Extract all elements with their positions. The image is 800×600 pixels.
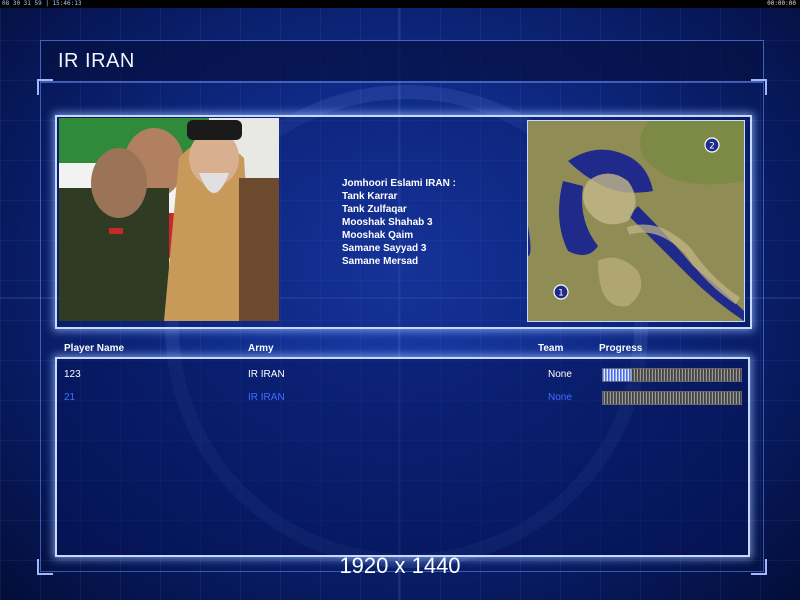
start-marker-label: 2 bbox=[709, 142, 715, 152]
fps-counter: 08 30 31 59 | 15:46:13 bbox=[2, 0, 82, 7]
player-team: None bbox=[548, 392, 572, 403]
unit-item: Samane Sayyad 3 bbox=[342, 243, 427, 254]
column-header-army[interactable]: Army bbox=[248, 343, 274, 354]
column-header-team[interactable]: Team bbox=[538, 343, 563, 354]
unit-item: Tank Zulfaqar bbox=[342, 204, 407, 215]
army-portrait-image bbox=[59, 118, 279, 321]
column-header-progress[interactable]: Progress bbox=[599, 343, 642, 354]
player-row[interactable]: 21 IR IRAN None bbox=[57, 389, 748, 405]
loading-progress-bar bbox=[602, 391, 742, 405]
player-army: IR IRAN bbox=[248, 392, 285, 403]
map-preview: 1 2 bbox=[527, 120, 745, 322]
game-timer: 00:00:00 bbox=[767, 0, 796, 7]
army-description: Jomhoori Eslami IRAN : Tank Karrar Tank … bbox=[342, 177, 456, 268]
frame-corner bbox=[751, 79, 767, 95]
loading-progress-bar bbox=[602, 368, 742, 382]
map-terrain: 1 2 bbox=[528, 121, 744, 321]
unit-item: Mooshak Shahab 3 bbox=[342, 217, 433, 228]
resolution-label: 1920 x 1440 bbox=[339, 553, 461, 578]
player-row[interactable]: 123 IR IRAN None bbox=[57, 366, 748, 382]
start-marker-label: 1 bbox=[558, 289, 564, 299]
player-army: IR IRAN bbox=[248, 369, 285, 380]
portrait-illustration bbox=[59, 118, 279, 321]
unit-item: Tank Karrar bbox=[342, 191, 398, 202]
player-team: None bbox=[548, 369, 572, 380]
description-header: Jomhoori Eslami IRAN : bbox=[342, 178, 456, 189]
player-name: 21 bbox=[64, 392, 76, 403]
frame-corner bbox=[37, 79, 53, 95]
unit-item: Mooshak Qaim bbox=[342, 230, 414, 241]
title-bar bbox=[40, 40, 764, 82]
loading-progress-fill bbox=[603, 369, 631, 381]
unit-item: Samane Mersad bbox=[342, 256, 419, 267]
player-name: 123 bbox=[64, 369, 81, 380]
player-list: 123 IR IRAN None 21 IR IRAN None bbox=[55, 357, 750, 557]
column-header-player-name[interactable]: Player Name bbox=[64, 343, 124, 354]
top-status-strip: 08 30 31 59 | 15:46:13 00:00:00 bbox=[0, 0, 800, 8]
page-title: IR IRAN bbox=[58, 50, 135, 72]
